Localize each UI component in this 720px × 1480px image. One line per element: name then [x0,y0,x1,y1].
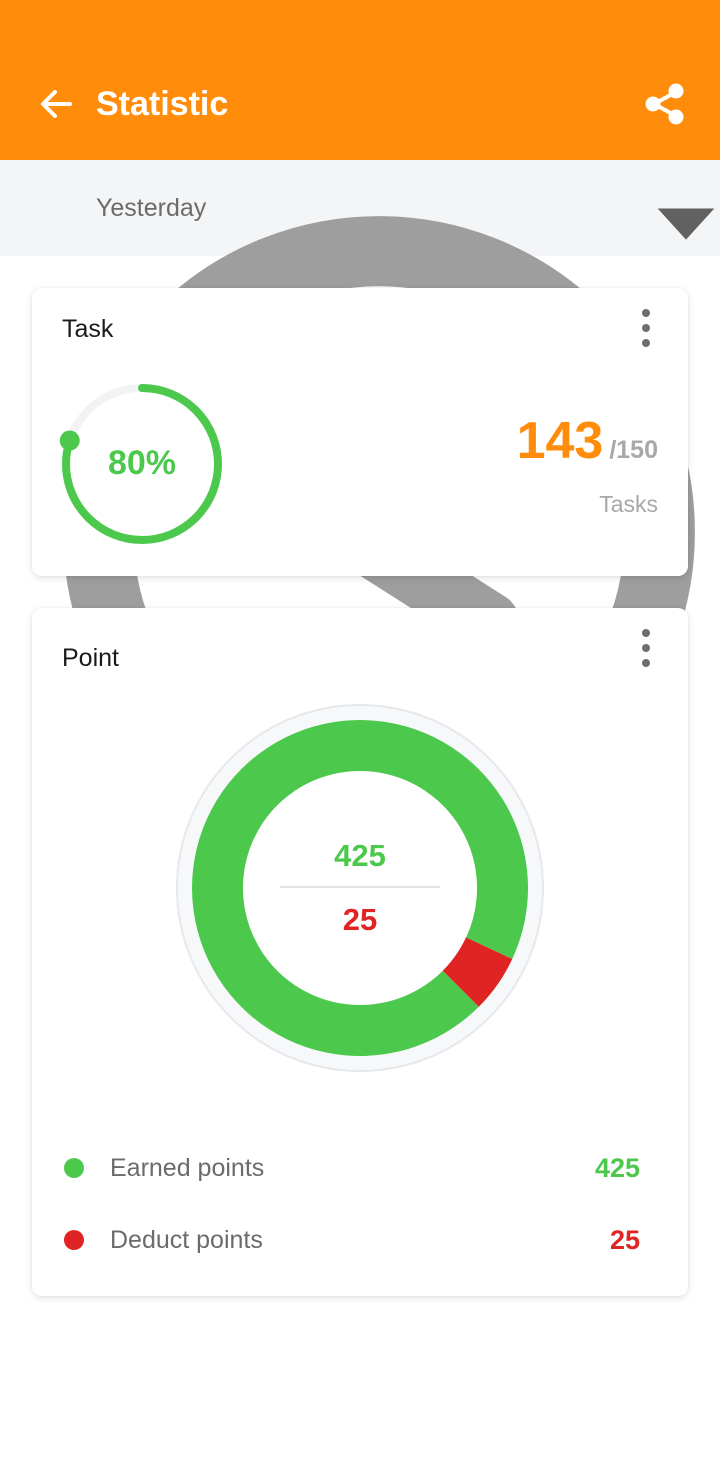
legend-item-deduct: Deduct points 25 [62,1220,640,1260]
date-filter-value: Yesterday [96,194,207,222]
task-percent: 80% [107,444,177,482]
donut-divider [280,886,440,888]
donut-earned-value: 425 [334,838,386,873]
more-vertical-icon[interactable] [634,628,658,668]
tasks-unit-label: Tasks [599,491,658,517]
task-card-title: Task [62,315,114,343]
tasks-total: /150 [609,436,658,464]
legend-label: Deduct points [110,1226,263,1254]
legend-item-earned: Earned points 425 [62,1148,640,1188]
share-icon[interactable] [644,82,686,126]
donut-hole [243,771,477,1005]
point-card: Point 425 25 Earned points 425 Deduct po… [32,608,688,1296]
page-title: Statistic [96,85,229,123]
legend-value: 25 [609,1225,640,1255]
tasks-completed: 143 [516,412,604,470]
arrow-left-icon[interactable] [36,84,76,124]
task-count: 143/150 [517,412,658,483]
task-card: Task 80% 143/150 Tasks [32,288,688,576]
legend-label: Earned points [110,1154,265,1182]
legend-value: 425 [594,1153,640,1183]
donut-deduct-value: 25 [342,902,378,937]
legend-dot-deduct [64,1230,84,1250]
more-vertical-icon[interactable] [634,308,658,348]
point-card-title: Point [62,644,119,672]
legend-dot-earned [64,1158,84,1178]
points-donut-chart [176,704,544,1072]
app-bar: Statistic [0,0,720,160]
caret-down-icon[interactable] [652,200,720,245]
